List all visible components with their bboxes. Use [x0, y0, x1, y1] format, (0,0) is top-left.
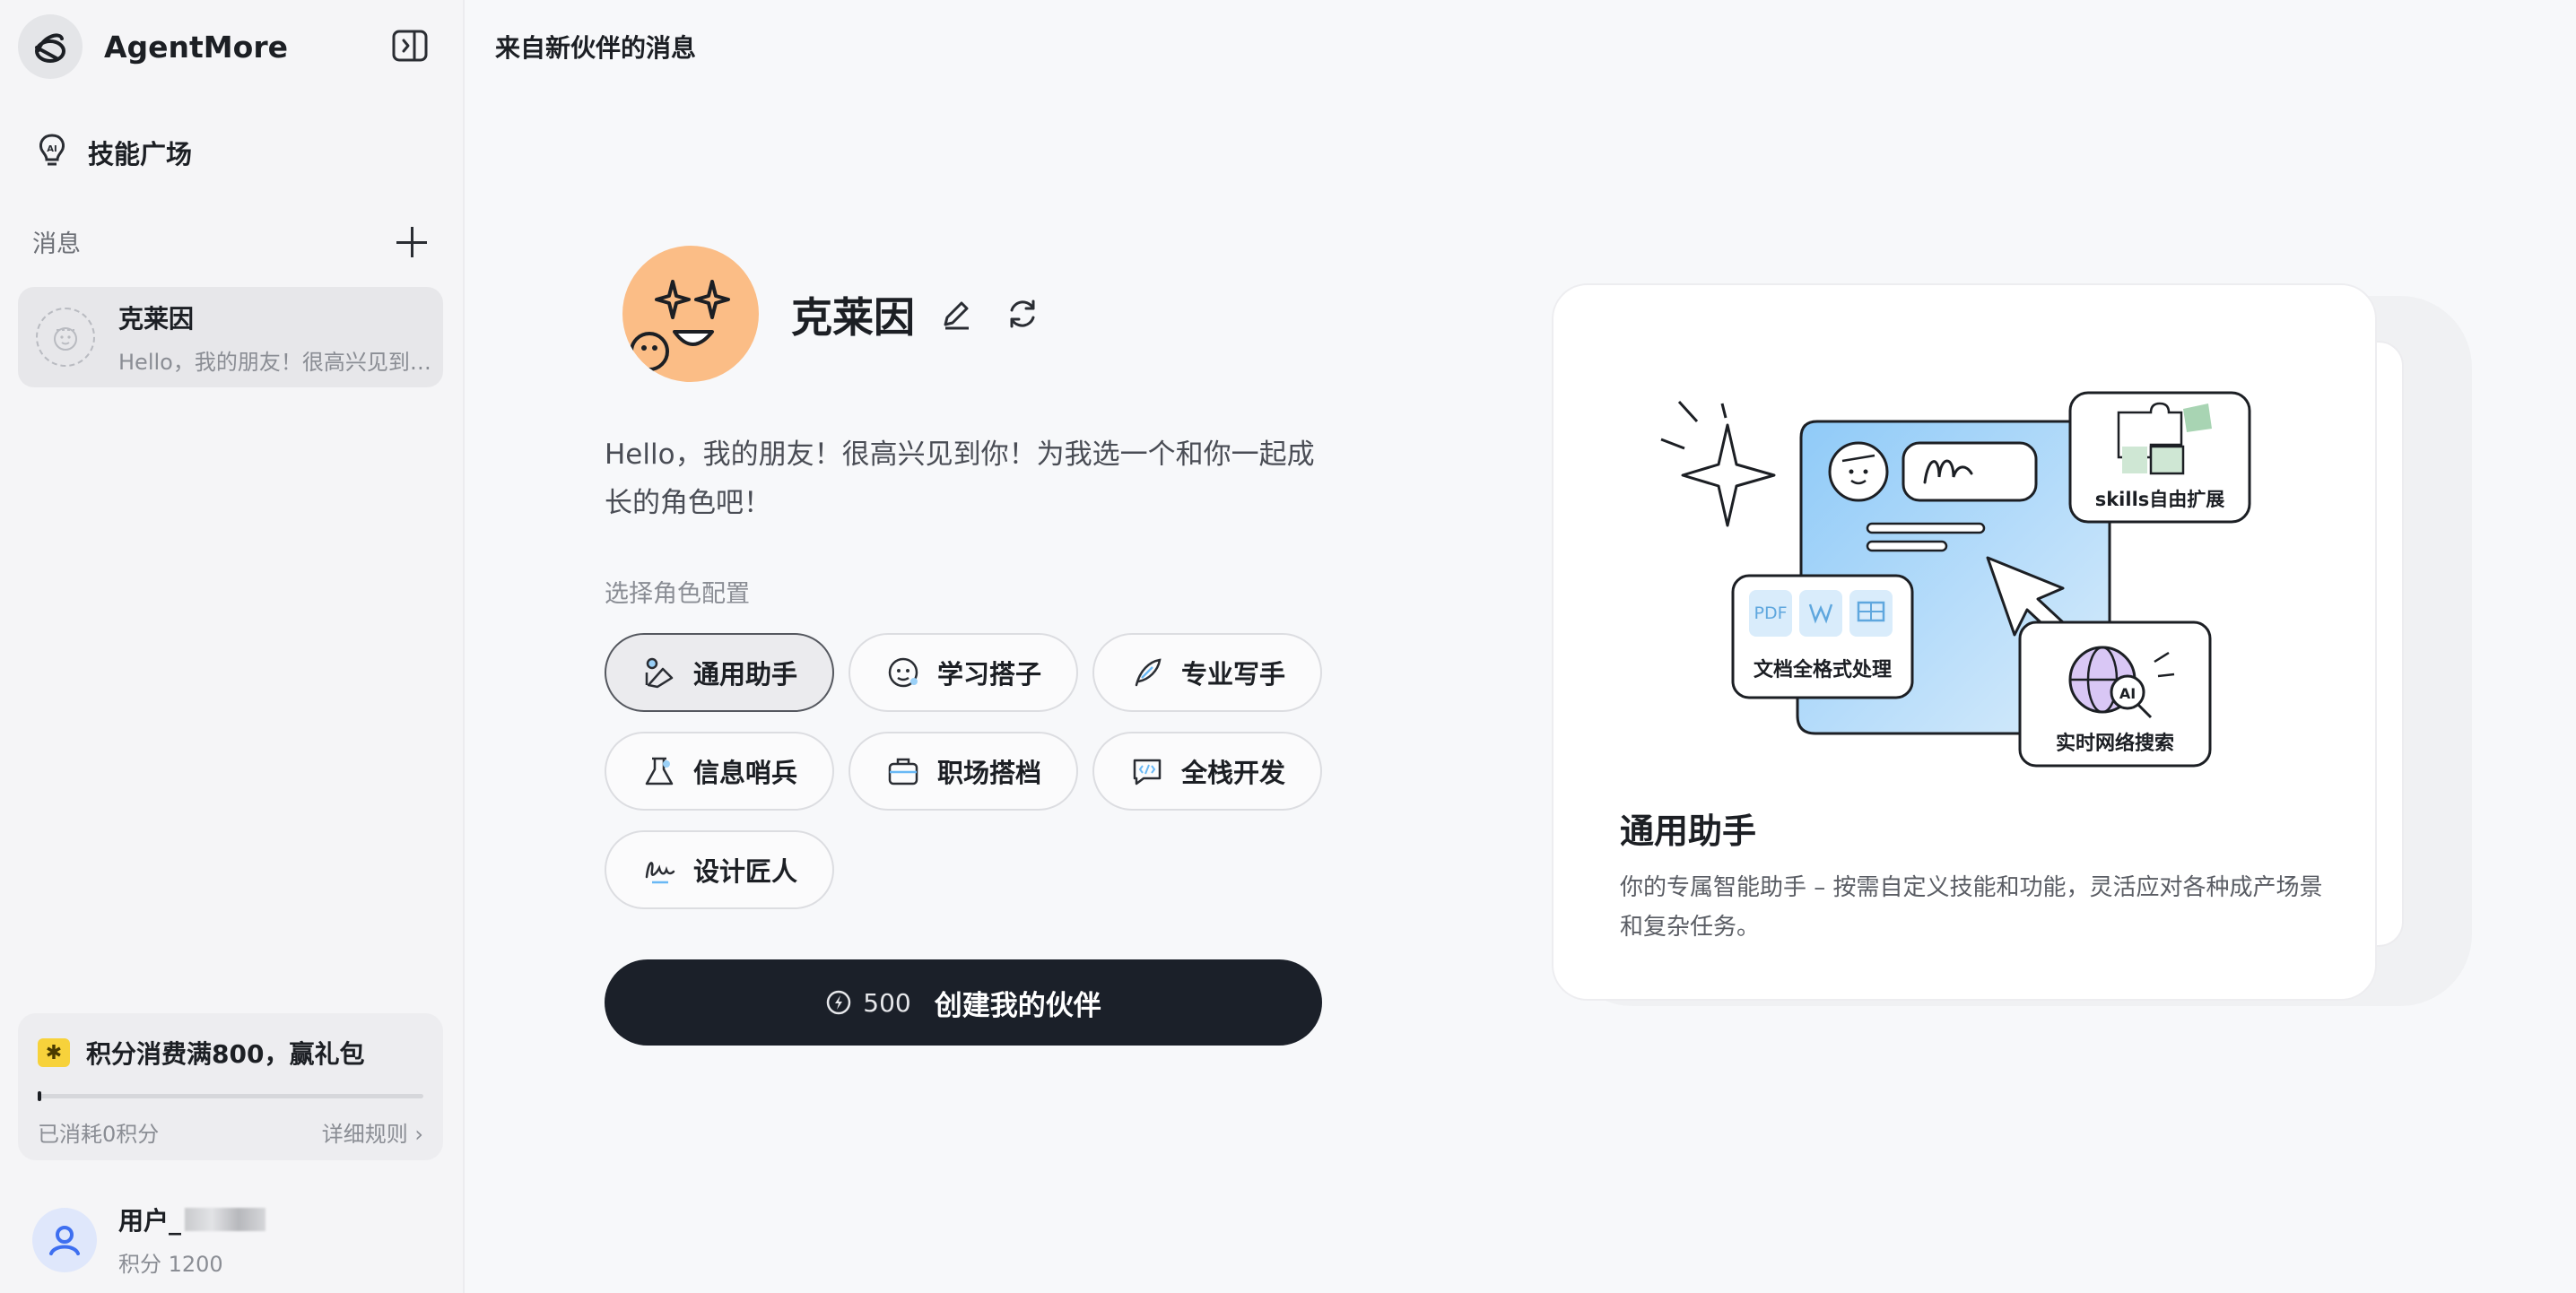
- points-progress-fill: [38, 1091, 41, 1101]
- role-option-label: 职场搭档: [936, 758, 1041, 788]
- agent-name: 克莱因: [791, 293, 915, 342]
- rules-link[interactable]: 详细规则 ›: [322, 1116, 423, 1148]
- conversation-avatar: [36, 308, 95, 367]
- create-partner-label: 创建我的伙伴: [934, 989, 1101, 1022]
- role-preview-card: skills自由扩展 PDF 文档全格式处理 AI 实时网络搜索 通用助手 你的…: [1552, 283, 2377, 1001]
- agent-avatar: [622, 246, 759, 382]
- search-badge-label: 实时网络搜索: [2056, 732, 2174, 755]
- flask-icon: [641, 753, 677, 789]
- skills-badge-label: skills自由扩展: [2095, 489, 2225, 510]
- role-option-study[interactable]: 学习搭子: [849, 633, 1078, 712]
- role-option-label: 通用助手: [692, 659, 797, 690]
- role-option-writer[interactable]: 专业写手: [1092, 633, 1322, 712]
- agentmore-logo-icon: [18, 14, 83, 79]
- sidebar: AgentMore AI 技能广场 消息 克莱因 Hello，我的朋友！很高兴见…: [0, 0, 465, 1293]
- promo-title: 积分消费满800，赢礼包: [86, 1039, 365, 1069]
- create-partner-button[interactable]: 500 创建我的伙伴: [605, 959, 1322, 1046]
- conversation-preview: Hello，我的朋友！很高兴见到你！为我选一个和你一起成长的角色吧！: [118, 349, 432, 375]
- role-option-label: 信息哨兵: [692, 758, 797, 788]
- ai-badge-label: AI: [2119, 685, 2136, 702]
- redacted-username: [185, 1208, 266, 1231]
- points-progress-bar: [38, 1091, 423, 1101]
- chevron-right-icon: ›: [407, 1122, 423, 1147]
- refresh-icon[interactable]: [1003, 294, 1042, 334]
- user-profile[interactable]: 用户_ 积分 1200: [32, 1202, 266, 1278]
- sidebar-toggle-icon[interactable]: [391, 29, 429, 63]
- card-title: 通用助手: [1620, 811, 1757, 851]
- page-title: 来自新伙伴的消息: [495, 33, 697, 63]
- user-points: 积分 1200: [118, 1252, 223, 1277]
- conversation-item[interactable]: 克莱因 Hello，我的朋友！很高兴见到你！为我选一个和你一起成长的角色吧！: [18, 287, 443, 387]
- agent-greeting: Hello，我的朋友！很高兴见到你！为我选一个和你一起成长的角色吧！: [605, 438, 1315, 519]
- role-option-general[interactable]: 通用助手: [605, 633, 834, 712]
- study-icon: [885, 655, 921, 690]
- role-option-label: 设计匠人: [692, 856, 797, 887]
- code-icon: [1129, 753, 1165, 789]
- messages-label: 消息: [32, 230, 81, 258]
- role-option-workplace[interactable]: 职场搭档: [849, 732, 1078, 811]
- role-option-label: 专业写手: [1180, 659, 1285, 690]
- points-bolt-icon: [827, 990, 851, 1015]
- role-option-label: 学习搭子: [936, 659, 1041, 690]
- role-option-fullstack[interactable]: 全栈开发: [1092, 732, 1322, 811]
- robot-icon: [641, 655, 677, 690]
- pdf-badge-label: PDF: [1754, 603, 1787, 623]
- cost-value: 500: [863, 987, 911, 1018]
- svg-text:AI: AI: [47, 144, 57, 154]
- signature-icon: [641, 852, 677, 888]
- role-option-label: 全栈开发: [1180, 758, 1285, 788]
- user-avatar-icon: [32, 1207, 97, 1272]
- messages-section-header: 消息: [32, 224, 427, 259]
- card-description: 你的专属智能助手 – 按需自定义技能和功能，灵活应对各种成产场景和复杂任务。: [1620, 874, 2323, 941]
- rules-link-label: 详细规则: [321, 1122, 408, 1147]
- feather-icon: [1129, 655, 1165, 690]
- points-promo-card: ✱ 积分消费满800，赢礼包 已消耗0积分 详细规则 ›: [18, 1013, 443, 1160]
- nav-skill-plaza-label: 技能广场: [88, 139, 193, 169]
- nav-skill-plaza[interactable]: AI 技能广场: [36, 133, 192, 172]
- app-name: AgentMore: [104, 29, 288, 65]
- role-option-designer[interactable]: 设计匠人: [605, 830, 834, 909]
- sparkle-icon: [1681, 423, 1776, 527]
- docs-badge-label: 文档全格式处理: [1754, 658, 1892, 681]
- new-message-plus-icon[interactable]: [396, 226, 427, 257]
- brand[interactable]: AgentMore: [18, 14, 288, 79]
- role-option-sentinel[interactable]: 信息哨兵: [605, 732, 834, 811]
- edit-pencil-icon[interactable]: [938, 296, 974, 332]
- ai-bulb-icon: AI: [36, 133, 68, 172]
- general-assistant-illustration: skills自由扩展 PDF 文档全格式处理 AI 实时网络搜索: [1660, 391, 2251, 768]
- user-name: 用户_: [118, 1206, 182, 1236]
- conversation-name: 克莱因: [118, 303, 195, 334]
- briefcase-icon: [885, 753, 921, 789]
- points-consumed-text: 已消耗0积分: [38, 1122, 160, 1147]
- gift-icon: ✱: [38, 1038, 70, 1067]
- cost-badge: 500: [825, 987, 911, 1018]
- choose-role-label: 选择角色配置: [605, 580, 750, 608]
